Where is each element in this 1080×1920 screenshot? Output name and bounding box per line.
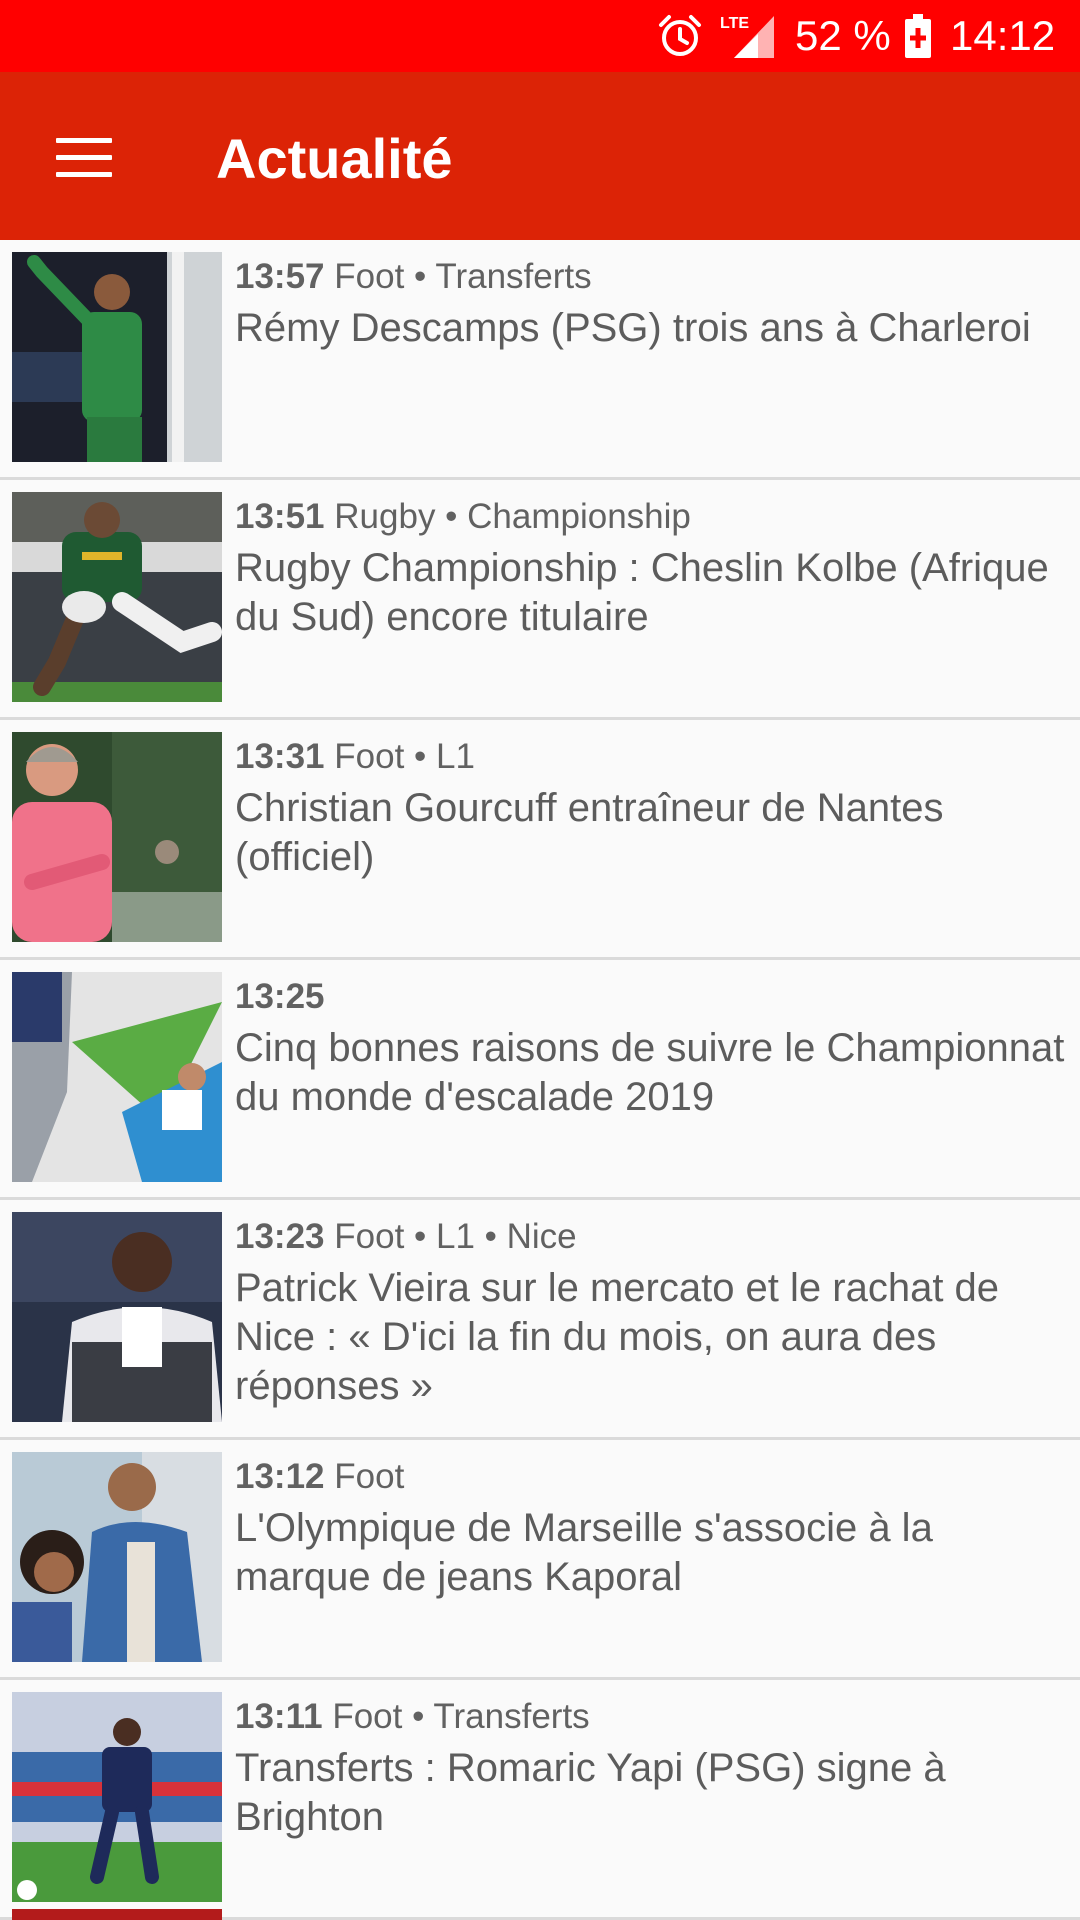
news-meta: 13:25 xyxy=(235,974,1065,1020)
news-headline[interactable]: L'Olympique de Marseille s'associe à la … xyxy=(235,1504,1065,1602)
news-meta: 13:31 Foot • L1 xyxy=(235,734,1065,780)
news-text: 13:23 Foot • L1 • Nice Patrick Vieira su… xyxy=(235,1214,1065,1411)
news-headline[interactable]: Patrick Vieira sur le mercato et le rach… xyxy=(235,1264,1065,1411)
news-time: 13:31 xyxy=(235,737,325,776)
status-time: 14:12 xyxy=(950,12,1056,59)
news-thumbnail xyxy=(12,1452,222,1662)
news-thumbnail xyxy=(12,972,222,1182)
news-text: 13:31 Foot • L1 Christian Gourcuff entra… xyxy=(235,734,1065,882)
battery-charging-icon xyxy=(905,14,931,58)
news-thumbnail xyxy=(12,492,222,702)
lte-signal-icon: LTE xyxy=(720,15,774,58)
news-feed: 13:57 Foot • Transferts Rémy Descamps (P… xyxy=(0,240,1080,1920)
news-category: Foot • L1 xyxy=(334,737,475,776)
news-headline[interactable]: Christian Gourcuff entraîneur de Nantes … xyxy=(235,784,1065,882)
battery-percentage: 52 % xyxy=(795,12,891,59)
news-thumbnail xyxy=(12,252,222,462)
network-type-label: LTE xyxy=(720,15,749,32)
news-item[interactable]: 13:31 Foot • L1 Christian Gourcuff entra… xyxy=(0,720,1080,960)
news-time: 13:25 xyxy=(235,977,325,1016)
news-text: 13:11 Foot • Transferts Transferts : Rom… xyxy=(235,1694,1065,1842)
news-thumbnail xyxy=(12,1692,222,1902)
news-item[interactable]: 13:51 Rugby • Championship Rugby Champio… xyxy=(0,480,1080,720)
news-thumbnail xyxy=(12,732,222,942)
page-title: Actualité xyxy=(216,127,453,190)
news-meta: 13:57 Foot • Transferts xyxy=(235,254,1065,300)
app-bar: Actualité xyxy=(0,72,1080,240)
news-time: 13:57 xyxy=(235,257,325,296)
news-item[interactable]: 13:57 Foot • Transferts Rémy Descamps (P… xyxy=(0,240,1080,480)
news-text: 13:51 Rugby • Championship Rugby Champio… xyxy=(235,494,1065,642)
news-time: 13:12 xyxy=(235,1457,325,1496)
news-time: 13:11 xyxy=(235,1697,323,1736)
news-category: Foot xyxy=(334,1457,405,1496)
news-thumbnail xyxy=(12,1212,222,1422)
news-category: Foot • L1 • Nice xyxy=(334,1217,577,1256)
news-headline[interactable]: Cinq bonnes raisons de suivre le Champio… xyxy=(235,1024,1065,1122)
news-headline[interactable]: Rugby Championship : Cheslin Kolbe (Afri… xyxy=(235,544,1065,642)
news-meta: 13:12 Foot xyxy=(235,1454,1065,1500)
news-item[interactable]: 13:25 Cinq bonnes raisons de suivre le C… xyxy=(0,960,1080,1200)
news-category: Foot • Transferts xyxy=(334,257,592,296)
news-time: 13:23 xyxy=(235,1217,325,1256)
news-meta: 13:11 Foot • Transferts xyxy=(235,1694,1065,1740)
news-category: Foot • Transferts xyxy=(332,1697,590,1736)
news-meta: 13:51 Rugby • Championship xyxy=(235,494,1065,540)
news-meta: 13:23 Foot • L1 • Nice xyxy=(235,1214,1065,1260)
news-category: Rugby • Championship xyxy=(334,497,691,536)
news-text: 13:12 Foot L'Olympique de Marseille s'as… xyxy=(235,1454,1065,1602)
news-text: 13:25 Cinq bonnes raisons de suivre le C… xyxy=(235,974,1065,1122)
status-bar: LTE 52 % 14:12 xyxy=(0,0,1080,72)
news-headline[interactable]: Rémy Descamps (PSG) trois ans à Charlero… xyxy=(235,304,1065,353)
news-time: 13:51 xyxy=(235,497,325,536)
news-item[interactable]: 13:23 Foot • L1 • Nice Patrick Vieira su… xyxy=(0,1200,1080,1440)
news-item[interactable]: 13:12 Foot L'Olympique de Marseille s'as… xyxy=(0,1440,1080,1680)
news-item[interactable]: 13:11 Foot • Transferts Transferts : Rom… xyxy=(0,1680,1080,1920)
hamburger-menu-icon[interactable] xyxy=(56,138,112,178)
news-text: 13:57 Foot • Transferts Rémy Descamps (P… xyxy=(235,254,1065,353)
alarm-clock-icon xyxy=(659,15,701,56)
news-headline[interactable]: Transferts : Romaric Yapi (PSG) signe à … xyxy=(235,1744,1065,1842)
next-news-thumbnail-peek xyxy=(12,1909,222,1920)
